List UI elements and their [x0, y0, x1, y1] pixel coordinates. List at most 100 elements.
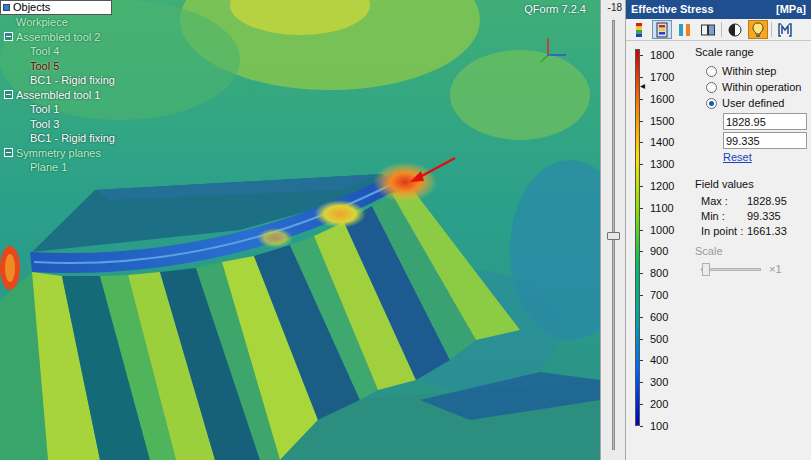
viewport[interactable]: QForm 7.2.4 ObjectsWorkpieceAssembled to… [0, 0, 600, 460]
scale-label: 1000 [650, 224, 674, 236]
field-label: Min : [701, 209, 745, 224]
tree-item-label[interactable]: Assembled tool 1 [16, 88, 100, 102]
tree-item[interactable]: Assembled tool 2 [0, 30, 115, 45]
scale-tick [640, 317, 643, 318]
view-slider[interactable]: -18 [600, 0, 626, 460]
tree-item[interactable]: Tool 4 [0, 44, 115, 59]
scale-tick [640, 360, 643, 361]
scale-tick [640, 121, 643, 122]
radio-label: User defined [722, 96, 784, 111]
minus-icon [6, 94, 11, 95]
stress-render [0, 0, 600, 460]
scale-label: 800 [650, 267, 668, 279]
scale-tick [640, 273, 643, 274]
radio-button[interactable] [706, 66, 717, 77]
radio-dot [709, 101, 714, 106]
scale-label: 1200 [650, 180, 674, 192]
tree-item[interactable]: Workpiece [0, 15, 115, 30]
scale-tick [640, 426, 643, 427]
slider-reading: -18 [608, 2, 622, 14]
scale-min-field[interactable] [723, 132, 807, 149]
tree-item-label[interactable]: Tool 3 [30, 117, 59, 131]
tree-item[interactable]: Assembled tool 1 [0, 88, 115, 103]
scale-label: 900 [650, 245, 668, 257]
expand-icon[interactable] [4, 148, 13, 157]
scale-label: 1800 [650, 49, 674, 61]
tree-item[interactable]: Tool 3 [0, 117, 115, 132]
tree-slot [4, 90, 16, 99]
tree-slot [18, 61, 30, 70]
stress-panel: Effective Stress [MPa] 18001700160015001… [626, 0, 811, 460]
scale-tick [640, 142, 643, 143]
tree-item-label[interactable]: Tool 1 [30, 102, 59, 116]
toolbar-button[interactable] [629, 20, 649, 39]
tree-item[interactable]: Plane 1 [0, 160, 115, 175]
scale-slider-track[interactable] [701, 268, 761, 271]
scale-tick [640, 186, 643, 187]
toolbar-button[interactable] [698, 20, 718, 39]
tree-item-label[interactable]: Plane 1 [30, 160, 67, 174]
radio-option[interactable]: Within operation [706, 79, 807, 95]
scale-reading: ×1 [769, 262, 782, 277]
reset-link[interactable]: Reset [723, 151, 752, 163]
minus-icon [6, 36, 11, 37]
toolbar-button[interactable] [748, 20, 768, 39]
scale-slider-thumb[interactable] [702, 263, 710, 276]
radio-option[interactable]: User defined [706, 95, 807, 111]
toolbar-button[interactable] [652, 20, 672, 39]
scale-tick [640, 55, 643, 56]
field-values-title: Field values [695, 177, 807, 192]
scale-label: 300 [650, 376, 668, 388]
color-scale: 1800170016001500140013001200110010009008… [626, 41, 695, 441]
minus-icon [6, 152, 11, 153]
tree-item-label[interactable]: Tool 4 [30, 44, 59, 58]
settings-icon [777, 22, 793, 38]
expand-icon[interactable] [4, 90, 13, 99]
slider-track[interactable] [612, 20, 615, 450]
toolbar-button[interactable] [675, 20, 695, 39]
scale-tick [640, 99, 643, 100]
radio-option[interactable]: Within step [706, 63, 807, 79]
split-icon [700, 22, 716, 38]
scale-label: 1100 [650, 202, 674, 214]
scale-label: 400 [650, 354, 668, 366]
scale-range-title: Scale range [695, 45, 807, 60]
tree-slot [18, 76, 30, 85]
panel-unit: [MPa] [776, 1, 806, 18]
scale-tick [640, 382, 643, 383]
tree-item[interactable]: Tool 5 [0, 59, 115, 74]
scale-max-field[interactable] [723, 113, 807, 130]
scale-range-options: Within stepWithin operationUser defined [695, 63, 807, 111]
scale-label: Scale [695, 244, 807, 259]
slider-thumb[interactable] [607, 232, 620, 240]
tree-item-label[interactable]: Assembled tool 2 [16, 30, 100, 44]
radio-label: Within step [722, 64, 776, 79]
tree-item-label[interactable]: Tool 5 [30, 59, 59, 73]
object-tree[interactable]: ObjectsWorkpieceAssembled tool 2Tool 4To… [0, 0, 115, 175]
tree-item-label[interactable]: BC1 - Rigid fixing [30, 131, 115, 145]
tree-header-label: Objects [13, 1, 50, 14]
tree-item-label[interactable]: Symmetry planes [16, 146, 101, 160]
toolbar-button[interactable] [775, 20, 795, 39]
scale-tick [640, 339, 643, 340]
tree-item[interactable]: BC1 - Rigid fixing [0, 131, 115, 146]
tree-slot [4, 32, 16, 41]
scale-label: 600 [650, 311, 668, 323]
scale-tick [640, 77, 643, 78]
field-value: 99.335 [745, 209, 807, 224]
tree-item[interactable]: Symmetry planes [0, 146, 115, 161]
toolbar-separator [721, 22, 722, 37]
field-label: Max : [701, 194, 745, 209]
tree-item[interactable]: BC1 - Rigid fixing [0, 73, 115, 88]
tree-item[interactable]: Tool 1 [0, 102, 115, 117]
expand-icon[interactable] [4, 32, 13, 41]
color-bar [635, 49, 640, 426]
radio-button[interactable] [706, 98, 717, 109]
objects-icon [3, 4, 10, 11]
tree-item-label[interactable]: Workpiece [16, 15, 68, 29]
scale-label: 500 [650, 333, 668, 345]
radio-button[interactable] [706, 82, 717, 93]
scale-label: 1600 [650, 93, 674, 105]
toolbar-button[interactable] [725, 20, 745, 39]
tree-item-label[interactable]: BC1 - Rigid fixing [30, 73, 115, 87]
